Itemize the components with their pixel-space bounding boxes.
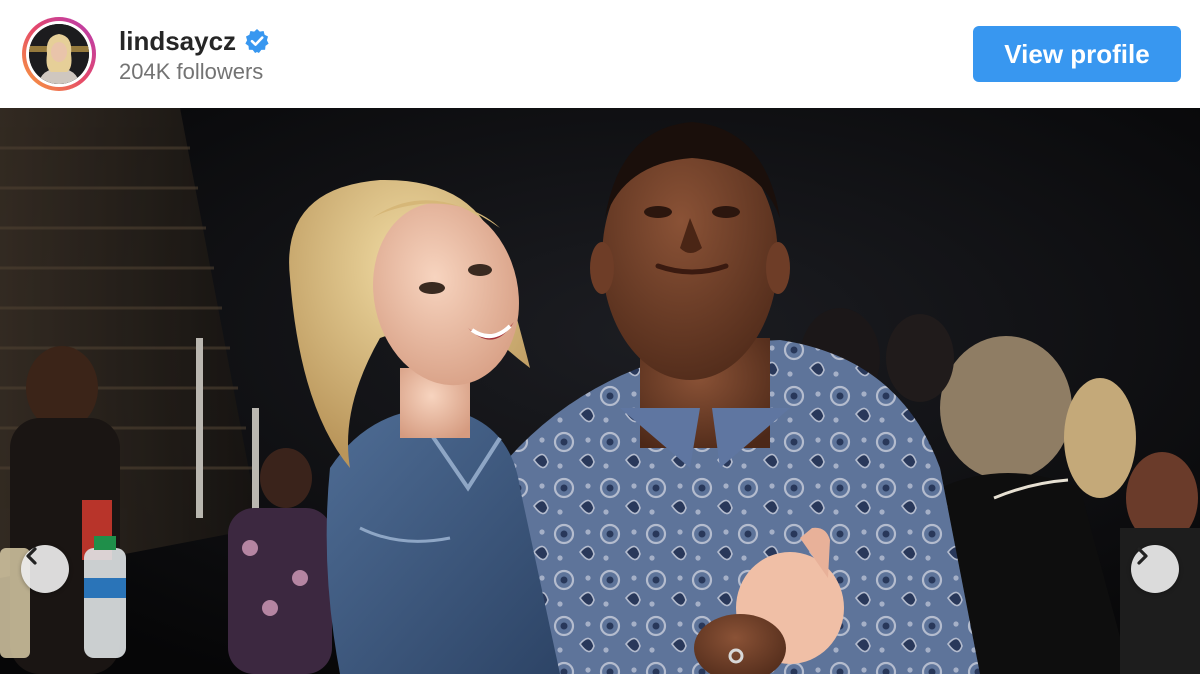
follower-count: 204K followers: [119, 59, 264, 84]
chevron-right-icon: [1137, 547, 1148, 565]
carousel-prev-button[interactable]: [21, 545, 69, 593]
username[interactable]: lindsaycz: [119, 26, 236, 57]
photo-illustration: [0, 108, 1200, 674]
carousel-next-button[interactable]: [1131, 545, 1179, 593]
chevron-left-icon: [26, 547, 37, 565]
verified-badge-icon: [244, 28, 270, 54]
view-profile-button[interactable]: View profile: [973, 26, 1181, 82]
post-header: lindsaycz 204K followers View profile: [0, 0, 1200, 108]
avatar[interactable]: [22, 17, 96, 91]
profile-photo-icon: [29, 24, 89, 84]
post-photo[interactable]: [0, 108, 1200, 674]
